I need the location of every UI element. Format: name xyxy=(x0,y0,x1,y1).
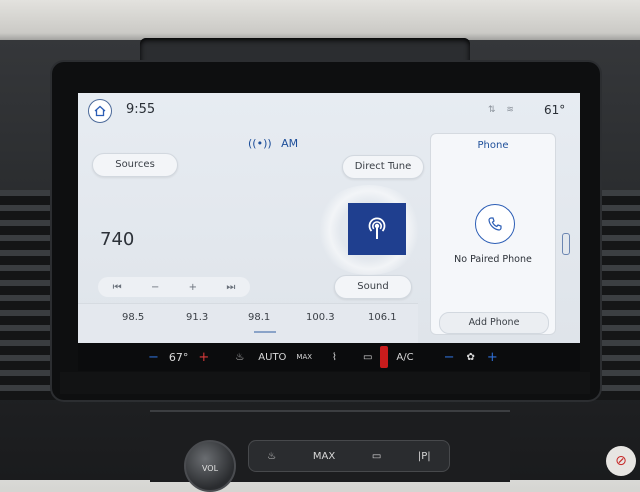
airbag-off-icon: ⊘ xyxy=(606,446,636,476)
max-defrost-hw-button[interactable]: MAX xyxy=(313,451,335,462)
direct-tune-button[interactable]: Direct Tune xyxy=(342,155,424,179)
connectivity-icons: ⇅ ≋ xyxy=(488,105,518,115)
heated-seat-hw-button[interactable]: ♨ xyxy=(267,451,276,462)
auto-climate-button[interactable]: AUTO xyxy=(258,352,286,363)
temp-up-button[interactable]: + xyxy=(198,350,209,365)
defrost-icon[interactable]: ⌇ xyxy=(332,352,337,363)
home-button[interactable] xyxy=(88,99,112,123)
phone-panel[interactable]: Phone No Paired Phone Add Phone xyxy=(430,133,556,335)
rear-defrost-icon[interactable]: ▭ xyxy=(363,352,372,363)
screen-lower-bezel xyxy=(60,372,590,394)
hardware-button-strip: ♨ MAX ▭ |P| xyxy=(248,440,450,472)
outside-temperature: 61° xyxy=(544,103,566,117)
station-art xyxy=(348,203,406,255)
home-icon xyxy=(94,105,106,117)
page-indicator xyxy=(254,331,276,333)
fan-icon: ✿ xyxy=(466,351,475,363)
tune-up-button[interactable]: + xyxy=(189,282,197,293)
station-frequency: 740 xyxy=(100,229,135,250)
no-paired-phone-text: No Paired Phone xyxy=(454,254,532,265)
band-title: ((•)) AM xyxy=(248,137,298,150)
climate-bar: − 67° + ♨ AUTO MAX ⌇ ▭ A/C − ✿ + xyxy=(78,343,580,371)
seek-forward-button[interactable]: ⏭ xyxy=(226,282,235,293)
ac-indicator xyxy=(380,346,389,368)
preset-4[interactable]: 100.3 xyxy=(306,312,335,323)
broadcast-icon: ((•)) xyxy=(248,137,272,150)
max-defrost-button[interactable]: MAX xyxy=(296,353,312,361)
preset-5[interactable]: 106.1 xyxy=(368,312,397,323)
phone-call-button[interactable] xyxy=(475,204,515,244)
band-label: AM xyxy=(281,137,299,150)
side-panel-handle[interactable] xyxy=(562,233,570,255)
audio-main-panel: ((•)) AM Sources Direct Tune 740 ⏮ − + ⏭… xyxy=(78,133,424,343)
tune-down-button[interactable]: − xyxy=(151,282,159,293)
ac-button[interactable]: A/C xyxy=(396,352,413,363)
volume-knob[interactable]: VOL xyxy=(184,440,236,492)
sources-button[interactable]: Sources xyxy=(92,153,178,177)
fan-up-button[interactable]: + xyxy=(487,350,498,365)
phone-icon xyxy=(488,217,502,231)
rear-defrost-hw-button[interactable]: ▭ xyxy=(372,451,381,462)
temp-down-button[interactable]: − xyxy=(148,350,159,365)
preset-1[interactable]: 98.5 xyxy=(122,312,144,323)
clock: 9:55 xyxy=(126,102,156,117)
fan-down-button[interactable]: − xyxy=(444,350,455,365)
park-assist-hw-button[interactable]: |P| xyxy=(418,451,431,462)
tune-controls: ⏮ − + ⏭ xyxy=(98,277,250,297)
preset-2[interactable]: 91.3 xyxy=(186,312,208,323)
preset-3[interactable]: 98.1 xyxy=(248,312,270,323)
heated-seat-icon[interactable]: ♨ xyxy=(235,352,244,363)
add-phone-button[interactable]: Add Phone xyxy=(439,312,549,334)
preset-bar: 98.5 91.3 98.1 100.3 106.1 xyxy=(78,303,418,343)
phone-title: Phone xyxy=(477,140,509,151)
radio-tower-icon xyxy=(368,217,386,239)
infotainment-screen: 9:55 ⇅ ≋ 61° ((•)) AM Sources Direct Tun… xyxy=(78,93,580,343)
seek-back-button[interactable]: ⏮ xyxy=(113,282,122,293)
sound-button[interactable]: Sound xyxy=(334,275,412,299)
driver-temp: 67° xyxy=(168,350,189,364)
vol-label: VOL xyxy=(201,464,219,473)
